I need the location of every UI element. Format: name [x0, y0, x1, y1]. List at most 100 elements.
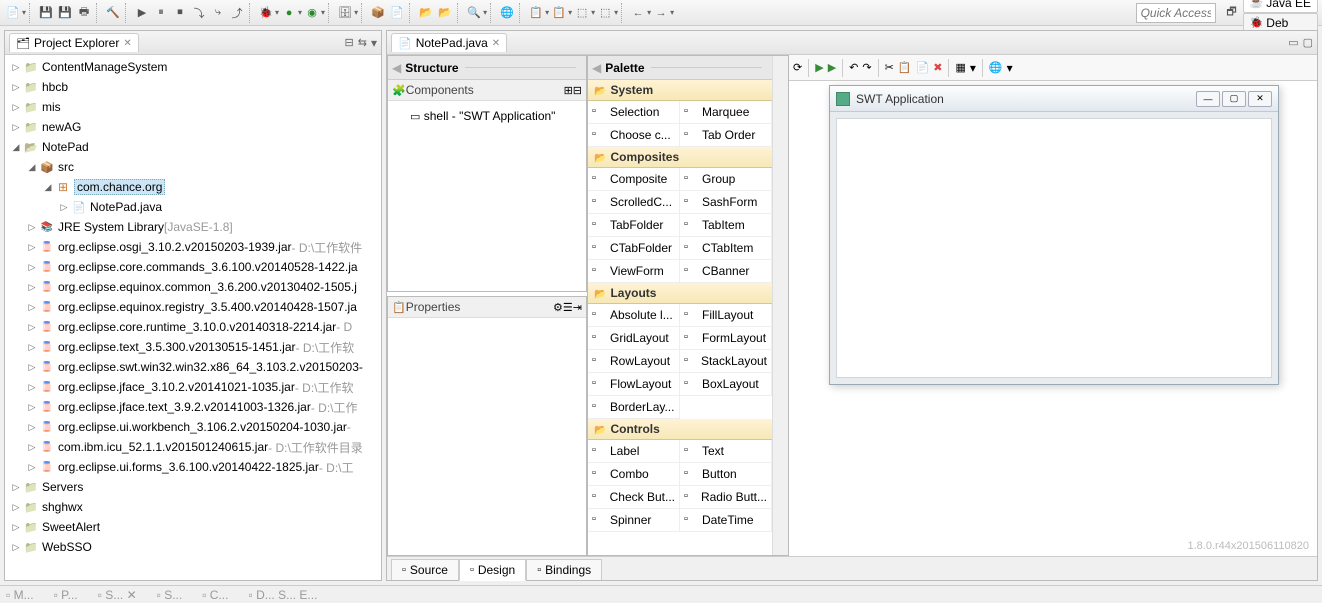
design-canvas[interactable]: ⟳ ▶ ▶ ↶ ↷ ✂ 📋 📄 ✖ ▦▾: [789, 55, 1317, 556]
properties-body[interactable]: [388, 318, 586, 555]
expander-icon[interactable]: ▷: [57, 202, 71, 213]
minimize-icon[interactable]: ▭: [1288, 36, 1298, 49]
palette-item[interactable]: ▫GridLayout: [588, 327, 680, 350]
expander-icon[interactable]: ▷: [9, 122, 23, 133]
expander-icon[interactable]: ◢: [41, 182, 55, 193]
palette-item[interactable]: ▫FillLayout: [680, 304, 772, 327]
status-item[interactable]: ▫ C...: [202, 588, 228, 602]
new-server-icon[interactable]: 🗄: [336, 4, 354, 22]
tree-item[interactable]: ▷org.eclipse.jface_3.10.2.v20141021-1035…: [5, 377, 381, 397]
new-package-icon[interactable]: 📦: [369, 4, 387, 22]
palette-item[interactable]: ▫ViewForm: [588, 260, 680, 283]
palette-item[interactable]: ▫Label: [588, 440, 680, 463]
globe-icon[interactable]: 🌐: [989, 61, 1003, 74]
palette-item[interactable]: ▫CBanner: [680, 260, 772, 283]
palette-item[interactable]: ▫Radio Butt...: [680, 486, 772, 509]
run-icon[interactable]: ●: [280, 4, 298, 22]
show-adv-icon[interactable]: ☰: [563, 301, 573, 314]
back-icon[interactable]: ←: [629, 4, 647, 22]
palette-item[interactable]: ▫Text: [680, 440, 772, 463]
tree-item[interactable]: ▷shghwx: [5, 497, 381, 517]
palette-item[interactable]: ▫Combo: [588, 463, 680, 486]
perspective-button[interactable]: ☕Java EE: [1243, 0, 1318, 13]
expander-icon[interactable]: ▷: [9, 82, 23, 93]
expander-icon[interactable]: ▷: [25, 322, 39, 333]
tree-item[interactable]: ▷com.ibm.icu_52.1.1.v201501240615.jar - …: [5, 437, 381, 457]
expander-icon[interactable]: ▷: [25, 462, 39, 473]
palette-item[interactable]: ▫Composite: [588, 168, 680, 191]
layout-icon[interactable]: ▦: [955, 61, 965, 74]
goto-icon[interactable]: ⇥: [573, 301, 582, 314]
palette-item[interactable]: ▫RowLayout: [588, 350, 680, 373]
tree-item[interactable]: ▷org.eclipse.swt.win32.win32.x86_64_3.10…: [5, 357, 381, 377]
expander-icon[interactable]: ▷: [9, 62, 23, 73]
undo-icon[interactable]: ↶: [849, 61, 858, 74]
palette-item[interactable]: ▫Selection: [588, 101, 680, 124]
expander-icon[interactable]: ▷: [25, 382, 39, 393]
step-over-icon[interactable]: ⤷: [209, 4, 227, 22]
new-class-icon[interactable]: 📄: [388, 4, 406, 22]
expander-icon[interactable]: ▷: [25, 242, 39, 253]
status-item[interactable]: ▫ S... ✕: [98, 588, 137, 602]
palette-item[interactable]: ▫Button: [680, 463, 772, 486]
component-tree-item[interactable]: ▭ shell - "SWT Application": [392, 105, 582, 127]
palette-category-header[interactable]: Layouts: [588, 283, 772, 304]
filter-icon[interactable]: ⚙: [553, 301, 563, 314]
pause-icon[interactable]: ⏸: [152, 4, 170, 22]
step-out-icon[interactable]: ⤴: [228, 4, 246, 22]
stop-icon[interactable]: ⏹: [171, 4, 189, 22]
palette-category-header[interactable]: Composites: [588, 147, 772, 168]
collapse-icon[interactable]: ⊟: [573, 84, 582, 97]
palette-category-header[interactable]: System: [588, 80, 772, 101]
tree-item[interactable]: ▷org.eclipse.jface.text_3.9.2.v20141003-…: [5, 397, 381, 417]
copy-icon[interactable]: 📋: [898, 61, 912, 74]
tree-item[interactable]: ▷mis: [5, 97, 381, 117]
print-icon[interactable]: 🖶: [75, 4, 93, 22]
editor-tab[interactable]: 📄 NotePad.java ✕: [391, 33, 507, 52]
palette-item[interactable]: ▫Tab Order: [680, 124, 772, 147]
tree-item[interactable]: ▷SweetAlert: [5, 517, 381, 537]
tree-item[interactable]: ▷hbcb: [5, 77, 381, 97]
swt-client-area[interactable]: [836, 118, 1272, 378]
new-icon[interactable]: 📄: [4, 4, 22, 22]
editor-mode-tab[interactable]: ▫Source: [391, 559, 459, 580]
expander-icon[interactable]: ▷: [25, 422, 39, 433]
tree-item[interactable]: ◢src: [5, 157, 381, 177]
tree-item[interactable]: ▷org.eclipse.osgi_3.10.2.v20150203-1939.…: [5, 237, 381, 257]
tree-item[interactable]: ▷WebSSO: [5, 537, 381, 557]
palette-item[interactable]: ▫ScrolledC...: [588, 191, 680, 214]
palette-item[interactable]: ▫SashForm: [680, 191, 772, 214]
palette-category-header[interactable]: Controls: [588, 419, 772, 440]
editor-mode-tab[interactable]: ▫Design: [459, 559, 526, 581]
nav3-icon[interactable]: ⬚: [573, 4, 591, 22]
expander-icon[interactable]: ▷: [9, 482, 23, 493]
expander-icon[interactable]: ▷: [25, 402, 39, 413]
save-icon[interactable]: 💾: [37, 4, 55, 22]
palette-item[interactable]: ▫BorderLay...: [588, 396, 680, 419]
expander-icon[interactable]: ▷: [25, 262, 39, 273]
palette-item[interactable]: ▫Absolute l...: [588, 304, 680, 327]
swt-preview-window[interactable]: SWT Application — ▢ ✕: [829, 85, 1279, 385]
collapse-all-icon[interactable]: ⊟: [345, 36, 354, 49]
tree-item[interactable]: ▷org.eclipse.ui.forms_3.6.100.v20140422-…: [5, 457, 381, 477]
expander-icon[interactable]: ▷: [25, 442, 39, 453]
quick-access-input[interactable]: [1136, 3, 1216, 23]
collapse-left-icon[interactable]: ◀: [392, 61, 399, 75]
expander-icon[interactable]: ◢: [25, 162, 39, 173]
expander-icon[interactable]: ◢: [9, 142, 23, 153]
palette-item[interactable]: ▫Check But...: [588, 486, 680, 509]
maximize-button[interactable]: ▢: [1222, 91, 1246, 107]
open-folder2-icon[interactable]: 📂: [436, 4, 454, 22]
expander-icon[interactable]: ▷: [9, 502, 23, 513]
test2-icon[interactable]: ▶: [828, 61, 836, 74]
palette-item[interactable]: ▫StackLayout: [680, 350, 772, 373]
palette-item[interactable]: ▫Group: [680, 168, 772, 191]
tree-item[interactable]: ▷Servers: [5, 477, 381, 497]
tree-item[interactable]: ▷newAG: [5, 117, 381, 137]
search-icon[interactable]: 🔍: [465, 4, 483, 22]
tree-item[interactable]: ▷org.eclipse.equinox.registry_3.5.400.v2…: [5, 297, 381, 317]
delete-icon[interactable]: ✖: [933, 61, 942, 74]
tree-item[interactable]: ▷ContentManageSystem: [5, 57, 381, 77]
minimize-button[interactable]: —: [1196, 91, 1220, 107]
palette-item[interactable]: ▫BoxLayout: [680, 373, 772, 396]
